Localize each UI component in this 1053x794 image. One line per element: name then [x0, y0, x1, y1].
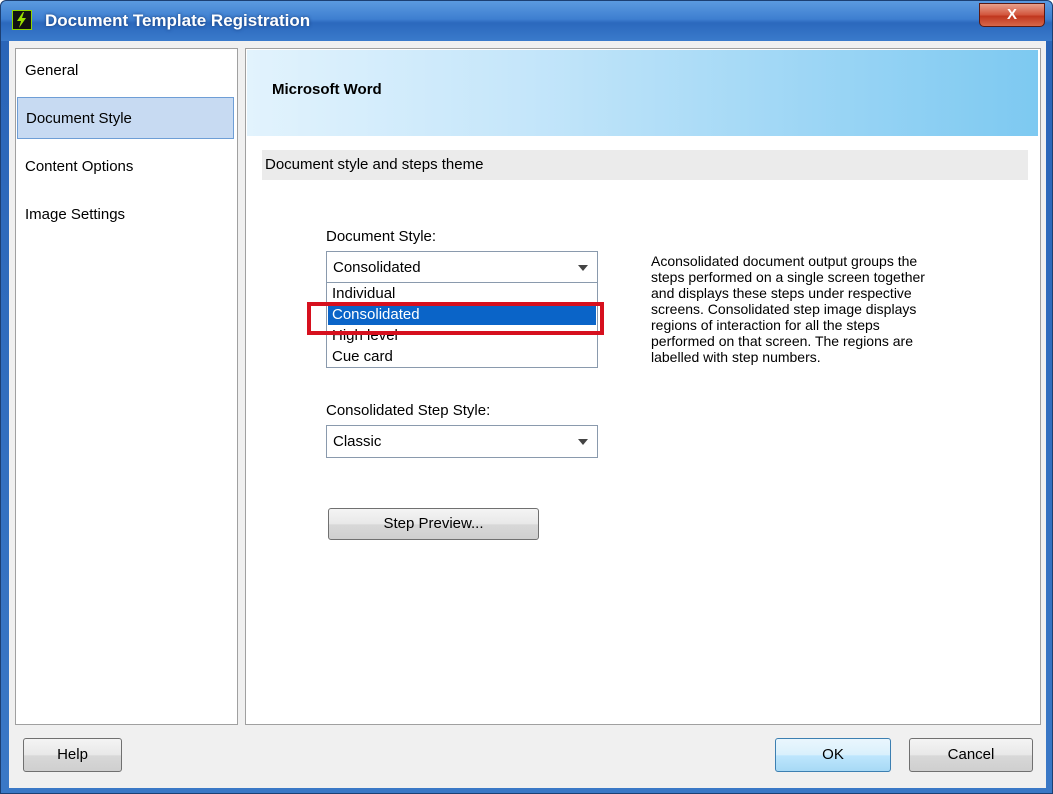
document-style-value: Consolidated	[333, 259, 421, 276]
close-button[interactable]: X	[979, 3, 1045, 27]
window-title: Document Template Registration	[45, 11, 311, 30]
sidebar-item-image-settings[interactable]: Image Settings	[17, 194, 234, 236]
app-lightning-icon	[12, 10, 32, 30]
description-line: screens. Consolidated step image display…	[651, 301, 917, 317]
description-line: performed on that screen. The regions ar…	[651, 333, 914, 349]
chevron-down-icon[interactable]	[578, 439, 588, 445]
step-style-label: Consolidated Step Style:	[326, 402, 491, 419]
sidebar-item-document-style[interactable]: Document Style	[17, 97, 234, 139]
highlight-box	[307, 302, 604, 335]
sidebar-item-general[interactable]: General	[17, 50, 234, 92]
style-description: Aconsolidated document output groups the…	[651, 253, 991, 365]
description-line: and displays these steps under respectiv…	[651, 285, 912, 301]
sidebar-item-content-options[interactable]: Content Options	[17, 146, 234, 188]
step-preview-button[interactable]: Step Preview...	[328, 508, 539, 540]
help-button[interactable]: Help	[23, 738, 122, 772]
section-header: Document style and steps theme	[262, 150, 1028, 180]
dialog-client: General Document Style Content Options I…	[9, 41, 1046, 788]
chevron-down-icon[interactable]	[578, 265, 588, 271]
dialog-window: Document Template Registration X General…	[0, 0, 1053, 794]
option-cue-card[interactable]: Cue card	[328, 346, 596, 367]
description-line: steps performed on a single screen toget…	[651, 269, 925, 285]
cancel-button[interactable]: Cancel	[909, 738, 1033, 772]
step-style-combo[interactable]: Classic	[326, 425, 598, 458]
sidebar: General Document Style Content Options I…	[15, 48, 238, 725]
document-style-combo[interactable]: Consolidated	[326, 251, 598, 284]
step-style-value: Classic	[333, 433, 382, 450]
document-style-label: Document Style:	[326, 228, 437, 245]
description-line: labelled with step numbers.	[651, 349, 821, 365]
banner-title: Microsoft Word	[272, 81, 382, 98]
header-banner: Microsoft Word	[247, 50, 1038, 136]
description-line: Aconsolidated document output groups the	[651, 253, 918, 269]
option-individual[interactable]: Individual	[328, 283, 596, 304]
title-bar[interactable]: Document Template Registration X	[1, 1, 1052, 41]
description-line: regions of interaction for all the steps	[651, 317, 880, 333]
ok-button[interactable]: OK	[775, 738, 891, 772]
main-panel: Microsoft Word Document style and steps …	[245, 48, 1041, 725]
